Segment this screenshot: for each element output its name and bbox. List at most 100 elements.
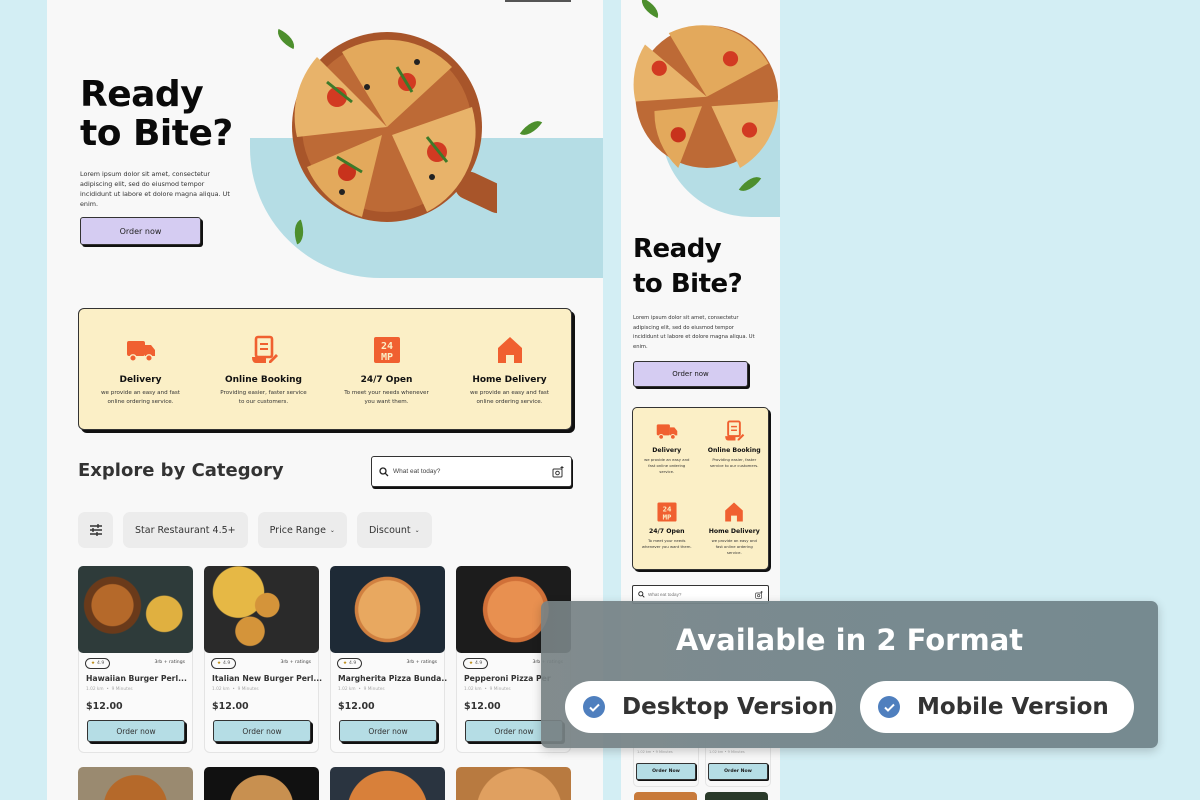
- rating-badge: ★ 4.9: [211, 658, 237, 669]
- order-now-button[interactable]: Order now: [87, 720, 185, 742]
- feature-title: Online Booking: [224, 375, 303, 385]
- feature-description: Providing easier, faster service to our …: [710, 457, 759, 468]
- order-now-button[interactable]: Order Now: [708, 763, 768, 780]
- feature-title: 24/7 Open: [648, 527, 685, 535]
- product-image-sliders: [204, 566, 319, 653]
- separator: •: [106, 687, 109, 692]
- distance: 1.02 km: [338, 687, 356, 692]
- product-image[interactable]: [78, 767, 193, 800]
- delivery-time: 9 Minutes: [237, 687, 259, 692]
- desktop-preview: Ready to Bite? Lorem ipsum dolor sit ame…: [47, 0, 603, 800]
- feature-title: Delivery: [652, 447, 682, 454]
- product-name: Italian New Burger Perl...: [212, 674, 323, 683]
- hero-order-button[interactable]: Order now: [633, 361, 748, 387]
- hero-title-line2: to Bite?: [80, 113, 233, 154]
- svg-text:MP: MP: [662, 512, 671, 521]
- feature-24-7: 24 MP 24/7 Open To meet your needs whene…: [325, 309, 448, 429]
- hero-order-button[interactable]: Order now: [80, 217, 201, 245]
- hero-description: Lorem ipsum dolor sit amet, consectetur …: [80, 170, 230, 208]
- product-card[interactable]: ★ 4.9 3rb + ratings Hawaiian Burger Perl.…: [78, 566, 193, 753]
- feature-description: we provide an easy and fast online order…: [644, 457, 690, 474]
- svg-text:24: 24: [380, 341, 392, 352]
- home-icon: [725, 501, 744, 522]
- rating-badge: ★ 4.9: [463, 658, 489, 669]
- search-input[interactable]: [648, 592, 755, 597]
- feature-title: Home Delivery: [472, 375, 547, 385]
- hero-title-line2: to Bite?: [633, 269, 743, 299]
- 24-7-icon: 24MP: [657, 501, 677, 522]
- explore-title: Explore by Category: [78, 460, 284, 481]
- ratings-count: 3rb + ratings: [280, 660, 312, 665]
- format-title: Available in 2 Format: [675, 623, 1024, 657]
- distance: 1.02 km: [86, 687, 104, 692]
- product-price: $12.00: [464, 701, 501, 712]
- chevron-down-icon: ⌄: [414, 526, 420, 534]
- product-image[interactable]: [330, 767, 445, 800]
- delivery-time: 9 Minutes: [111, 687, 133, 692]
- feature-home-delivery: Home Delivery we provide an easy and fas…: [701, 489, 769, 570]
- filter-star-restaurant[interactable]: Star Restaurant 4.5+: [123, 512, 248, 548]
- filter-label: Price Range: [269, 524, 326, 536]
- order-now-button[interactable]: Order Now: [636, 763, 696, 780]
- product-grid-row2: [78, 767, 571, 800]
- search-input[interactable]: [393, 468, 552, 475]
- feature-online-booking: Online Booking Providing easier, faster …: [202, 309, 325, 429]
- delivery-time: 9 Minutes: [489, 687, 511, 692]
- hero-title: Ready to Bite?: [80, 75, 233, 153]
- distance: 1.02 km: [212, 687, 230, 692]
- feature-title: Home Delivery: [708, 527, 760, 535]
- rating-value: 4.9: [475, 661, 483, 666]
- product-meta: 1.02 km • 9 Minutes: [86, 687, 133, 692]
- feature-online-booking: Online Booking Providing easier, faster …: [701, 408, 769, 489]
- filter-discount[interactable]: Discount ⌄: [356, 512, 432, 548]
- online-booking-icon: [725, 420, 745, 441]
- filter-label: Star Restaurant 4.5+: [135, 524, 236, 536]
- search-icon: [379, 466, 389, 476]
- filter-label: Discount: [368, 524, 411, 536]
- rating-badge: ★ 4.9: [85, 658, 111, 669]
- product-image[interactable]: [204, 767, 319, 800]
- separator: •: [484, 687, 487, 692]
- search-bar[interactable]: [371, 456, 572, 487]
- ratings-count: 3rb + ratings: [406, 660, 438, 665]
- desktop-version-pill: Desktop Version: [565, 681, 836, 733]
- camera-search-icon[interactable]: [552, 465, 564, 478]
- 24-7-icon: 24 MP: [373, 337, 400, 363]
- product-image[interactable]: [456, 767, 571, 800]
- leaf-decoration: [519, 115, 543, 141]
- camera-search-icon[interactable]: [755, 590, 763, 599]
- mobile-version-pill: Mobile Version: [860, 681, 1134, 733]
- product-price: $12.00: [212, 701, 249, 712]
- feature-delivery: Delivery we provide an easy and fast onl…: [79, 309, 202, 429]
- feature-delivery: Delivery we provide an easy and fast onl…: [633, 408, 701, 489]
- rating-value: 4.9: [349, 661, 357, 666]
- feature-description: we provide an easy and fast online order…: [469, 390, 549, 405]
- delivery-time: 9 Minutes: [363, 687, 385, 692]
- order-now-button[interactable]: Order now: [213, 720, 311, 742]
- hero-pizza-image: [292, 32, 497, 222]
- home-icon: [497, 337, 522, 363]
- product-grid: ★ 4.9 3rb + ratings Hawaiian Burger Perl.…: [78, 566, 571, 753]
- product-image-margherita: [330, 566, 445, 653]
- product-card[interactable]: ★ 4.9 3rb + ratings Italian New Burger Pe…: [204, 566, 323, 753]
- product-image[interactable]: [634, 792, 697, 800]
- product-name: Margherita Pizza Bunda..: [338, 674, 448, 683]
- separator: •: [358, 687, 361, 692]
- product-image[interactable]: [705, 792, 768, 800]
- product-card[interactable]: ★ 4.9 3rb + ratings Margherita Pizza Bund…: [330, 566, 448, 753]
- feature-description: we provide an easy and fast online order…: [100, 390, 180, 405]
- online-booking-icon: [251, 335, 278, 363]
- order-now-button[interactable]: Order now: [339, 720, 437, 742]
- star-icon: ★: [91, 661, 96, 666]
- rating-value: 4.9: [223, 661, 231, 666]
- check-circle-icon: [583, 696, 605, 718]
- feature-title: Delivery: [119, 375, 162, 385]
- check-circle-icon: [878, 696, 900, 718]
- feature-description: To meet your needs whenever you want the…: [641, 537, 692, 549]
- filter-price-range[interactable]: Price Range ⌄: [257, 512, 347, 548]
- product-meta: 1.02 km • 9 Minutes: [212, 687, 259, 692]
- filter-settings-button[interactable]: [78, 512, 113, 548]
- rating-badge: ★ 4.9: [337, 658, 363, 669]
- mobile-version-label: Mobile Version: [917, 694, 1109, 720]
- sliders-icon: [89, 524, 102, 536]
